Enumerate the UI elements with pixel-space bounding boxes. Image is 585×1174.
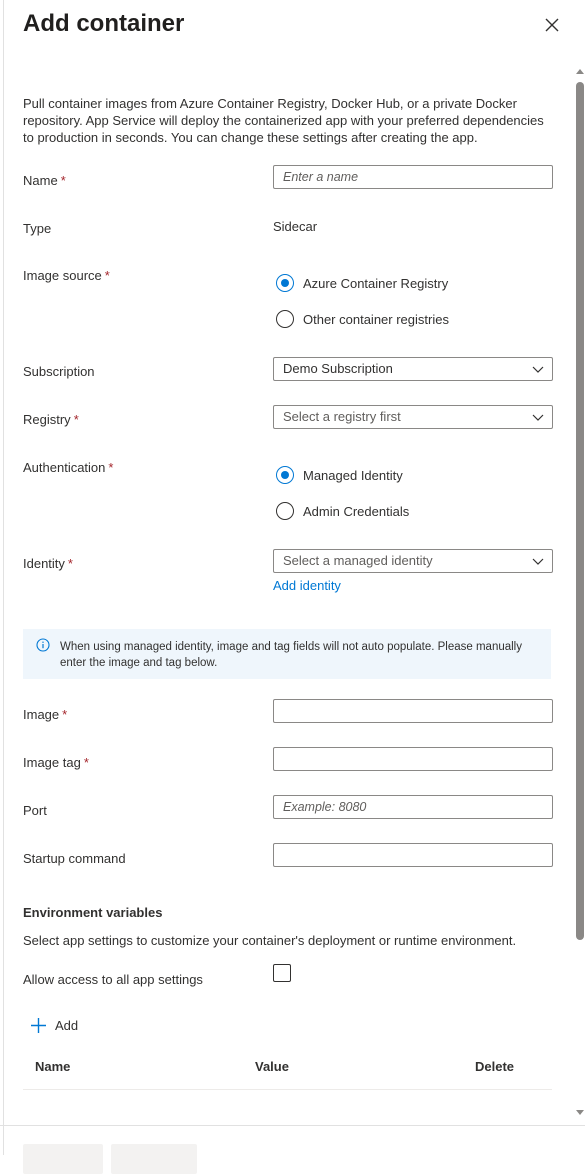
footer-primary-button[interactable] [23, 1144, 103, 1174]
subscription-label: Subscription [23, 364, 95, 379]
startup-command-input[interactable] [273, 843, 553, 867]
registry-value: Select a registry first [283, 409, 401, 424]
radio-label: Azure Container Registry [303, 275, 449, 291]
column-header-delete: Delete [475, 1059, 515, 1074]
subscription-value: Demo Subscription [283, 361, 393, 376]
chevron-down-icon [532, 414, 544, 421]
add-label: Add [55, 1017, 79, 1033]
radio-label: Other container registries [303, 311, 449, 327]
radio-unselected-icon [276, 502, 294, 520]
port-label: Port [23, 803, 47, 818]
image-label: Image * [23, 707, 68, 722]
panel-description: Pull container images from Azure Contain… [23, 96, 544, 145]
radio-label: Admin Credentials [303, 503, 410, 519]
port-input[interactable]: Example: 8080 [273, 795, 553, 819]
info-text: When using managed identity, image and t… [60, 641, 522, 669]
image-tag-label: Image tag * [23, 755, 89, 770]
managed-identity-info-banner: When using managed identity, image and t… [23, 629, 551, 679]
allow-access-label: Allow access to all app settings [23, 972, 203, 987]
column-header-name: Name [35, 1059, 71, 1074]
identity-value: Select a managed identity [283, 553, 433, 568]
allow-access-checkbox[interactable] [273, 964, 291, 982]
add-env-variable-button[interactable]: Add [30, 1015, 78, 1035]
startup-command-label: Startup command [23, 851, 126, 866]
table-divider [23, 1089, 552, 1090]
port-placeholder: Example: 8080 [283, 800, 367, 814]
type-value: Sidecar [273, 219, 318, 234]
scrollbar-thumb[interactable] [576, 82, 584, 940]
type-label: Type [23, 221, 52, 236]
scroll-down-arrow-icon[interactable] [574, 1108, 585, 1118]
radio-selected-icon [276, 274, 294, 292]
radio-managed-identity[interactable]: Managed Identity [276, 465, 403, 485]
name-placeholder: Enter a name [283, 170, 359, 184]
identity-dropdown[interactable]: Select a managed identity [273, 549, 553, 573]
radio-admin-credentials[interactable]: Admin Credentials [276, 501, 409, 521]
name-input[interactable]: Enter a name [273, 165, 553, 189]
footer-divider [0, 1125, 585, 1126]
plus-icon [31, 1017, 46, 1033]
env-section-description: Select app settings to customize your co… [23, 933, 517, 948]
scroll-up-arrow-icon[interactable] [574, 66, 585, 76]
registry-label: Registry * [23, 412, 79, 427]
radio-other-container-registries[interactable]: Other container registries [276, 309, 449, 329]
radio-label: Managed Identity [303, 467, 403, 483]
info-icon [36, 638, 50, 652]
panel-title: Add container [23, 10, 185, 37]
footer-secondary-button[interactable] [111, 1144, 197, 1174]
authentication-label: Authentication * [23, 460, 114, 475]
chevron-down-icon [532, 366, 544, 373]
close-icon [545, 18, 559, 32]
name-label: Name * [23, 173, 66, 188]
identity-label: Identity * [23, 556, 73, 571]
env-section-title: Environment variables [23, 905, 163, 920]
panel-left-border [3, 0, 4, 1155]
radio-unselected-icon [276, 310, 294, 328]
radio-azure-container-registry[interactable]: Azure Container Registry [276, 273, 448, 293]
chevron-down-icon [532, 558, 544, 565]
image-source-label: Image source * [23, 268, 110, 283]
add-identity-link[interactable]: Add identity [273, 577, 341, 594]
column-header-value: Value [255, 1059, 289, 1074]
close-button[interactable] [541, 14, 563, 36]
image-tag-input[interactable] [273, 747, 553, 771]
registry-dropdown[interactable]: Select a registry first [273, 405, 553, 429]
radio-selected-icon [276, 466, 294, 484]
image-input[interactable] [273, 699, 553, 723]
subscription-dropdown[interactable]: Demo Subscription [273, 357, 553, 381]
